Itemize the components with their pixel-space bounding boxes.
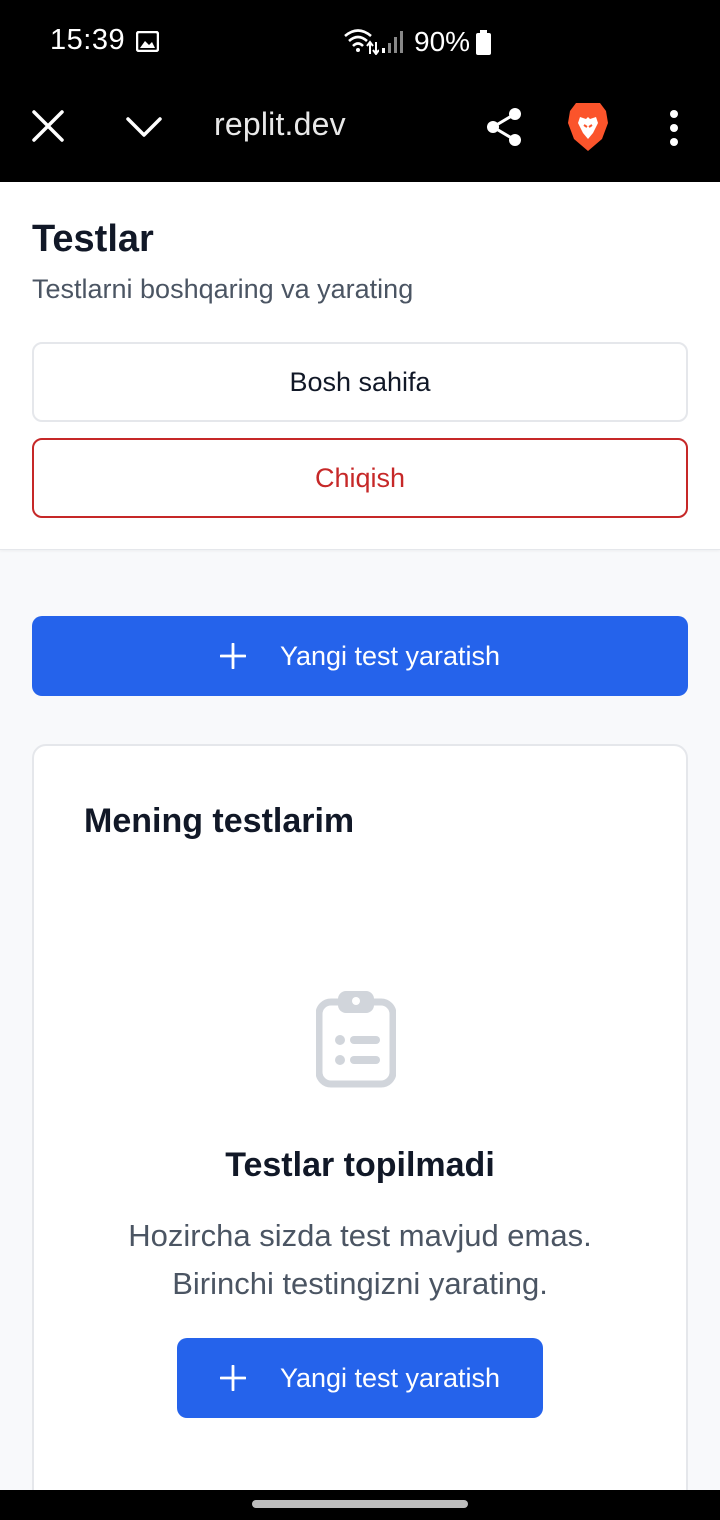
share-icon[interactable] xyxy=(484,106,524,148)
status-time: 15:39 xyxy=(50,24,126,56)
empty-state-title: Testlar topilmadi xyxy=(225,1146,495,1184)
brave-lion-icon[interactable] xyxy=(566,101,610,153)
plus-icon xyxy=(219,643,246,669)
url-text[interactable]: replit.dev xyxy=(214,106,346,143)
empty-desc-line-1: Hozircha sizda test mavjud emas. xyxy=(128,1218,592,1253)
create-first-test-label: Yangi test yaratish xyxy=(279,1362,501,1393)
create-test-button[interactable]: Yangi test yaratish xyxy=(32,616,688,696)
empty-desc-line-2: Birinchi testingizni yarating. xyxy=(172,1266,548,1301)
plus-icon xyxy=(219,1365,246,1391)
logout-button[interactable]: Chiqish xyxy=(32,438,688,518)
home-button[interactable]: Bosh sahifa xyxy=(32,342,688,422)
wifi-icon xyxy=(344,29,379,55)
page-subtitle: Testlarni boshqaring va yarating xyxy=(32,274,414,304)
my-tests-card: Mening testlarim Testlar topilmadi Hozir… xyxy=(32,744,688,1520)
battery-icon xyxy=(476,30,491,55)
close-icon[interactable] xyxy=(30,108,66,144)
clipboard-list-icon xyxy=(316,991,396,1088)
navigation-bar xyxy=(0,1490,720,1520)
create-test-label: Yangi test yaratish xyxy=(279,640,501,671)
signal-icon xyxy=(382,31,403,53)
page-title: Testlar xyxy=(32,218,154,260)
chevron-down-icon[interactable] xyxy=(124,110,164,142)
create-first-test-button[interactable]: Yangi test yaratish xyxy=(177,1338,543,1418)
screen: 15:39 90% replit.dev Testlar Testlarni b… xyxy=(0,0,720,1520)
empty-state-description: Hozircha sizda test mavjud emas. Birinch… xyxy=(34,1212,686,1308)
home-gesture-pill[interactable] xyxy=(252,1500,468,1508)
battery-percentage: 90% xyxy=(414,26,471,57)
more-vert-icon[interactable] xyxy=(664,108,684,148)
card-title: Mening testlarim xyxy=(84,802,355,840)
status-bar: 15:39 90% xyxy=(0,0,720,86)
page-header: Testlar Testlarni boshqaring va yarating… xyxy=(0,182,720,550)
browser-toolbar: replit.dev xyxy=(0,86,720,182)
gallery-icon xyxy=(136,31,159,52)
